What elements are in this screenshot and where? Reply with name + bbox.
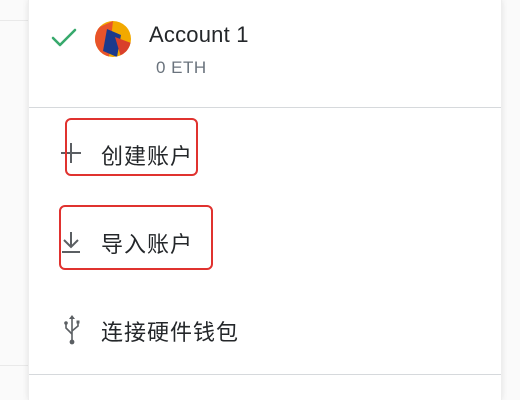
connect-hardware-wallet-label: 连接硬件钱包: [101, 320, 240, 345]
import-account-label: 导入账户: [101, 232, 194, 257]
menu-divider: [29, 374, 501, 375]
account-menu-dropdown: Account 1 0 ETH 创建账户 导入账户 连接硬件钱包: [28, 0, 502, 400]
account-name: Account 1: [149, 22, 249, 47]
app-background: Account 1 0 ETH 创建账户 导入账户 连接硬件钱包: [0, 0, 520, 400]
background-divider: [0, 365, 28, 366]
usb-icon: [64, 315, 80, 345]
create-account-button[interactable]: 创建账户: [29, 120, 501, 184]
create-account-label: 创建账户: [101, 144, 194, 169]
download-icon: [62, 232, 80, 253]
jazzicon-avatar: [95, 21, 131, 57]
account-balance: 0 ETH: [156, 58, 207, 77]
background-divider: [0, 20, 28, 21]
check-icon: [51, 28, 77, 47]
connect-hardware-wallet-button[interactable]: 连接硬件钱包: [29, 296, 501, 360]
menu-divider: [29, 107, 501, 108]
plus-icon: [61, 143, 81, 163]
account-list-item[interactable]: Account 1 0 ETH: [29, 0, 501, 106]
import-account-button[interactable]: 导入账户: [29, 208, 501, 272]
